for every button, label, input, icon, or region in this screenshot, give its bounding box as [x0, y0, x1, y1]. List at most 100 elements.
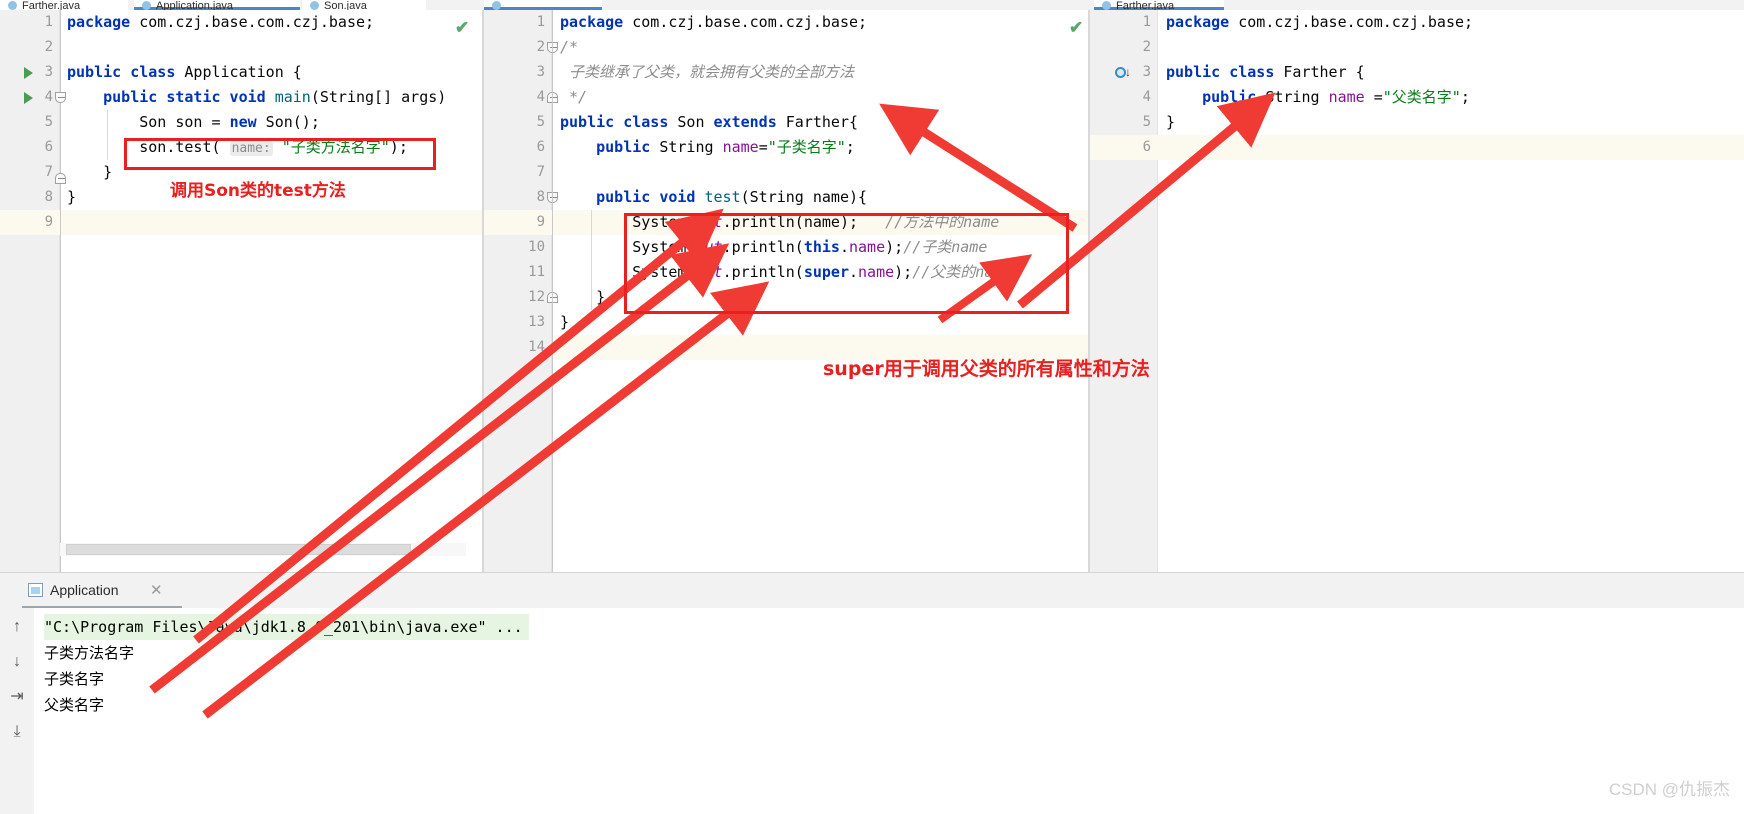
- parameter-hint: name:: [229, 141, 273, 156]
- line-number: 14: [528, 339, 545, 355]
- overridden-member-gutter-icon[interactable]: ↓: [1115, 66, 1131, 80]
- line-number: 9: [44, 214, 53, 230]
- inspection-ok-checkmark-icon[interactable]: ✔: [455, 19, 469, 36]
- line-number: 13: [528, 314, 545, 330]
- line-number: 6: [44, 139, 53, 155]
- code-area-application[interactable]: package com.czj.base.com.czj.base; publi…: [55, 10, 482, 572]
- code-line-5: public class Son extends Farther{: [560, 113, 859, 131]
- line-number: 6: [1142, 139, 1151, 155]
- line-number: 10: [528, 239, 545, 255]
- line-number: 8: [44, 189, 53, 205]
- code-line-4: */: [560, 88, 588, 106]
- editor-tab-son[interactable]: Son.java: [302, 0, 426, 10]
- console-line: 子类方法名字: [44, 644, 135, 662]
- run-config-icon: [28, 583, 43, 597]
- line-number: 2: [536, 39, 545, 55]
- code-line-8: public void test(String name){: [596, 188, 868, 206]
- editor-pane-son[interactable]: 1 2 3 4 5 6 7 8 9 10 11 12 13 14 package…: [484, 10, 1088, 572]
- console-line-command: "C:\Program Files\Java\jdk1.8.0_201\bin\…: [44, 614, 529, 640]
- editor-tabstrip: Farther.java Application.java Son.java F…: [0, 0, 1744, 10]
- editor-pane-application[interactable]: 1 2 3 4 5 6 7 8 9 package com.czj.base.c…: [0, 10, 482, 572]
- editor-pane-farther[interactable]: 1 2 3 4 5 6 ↓ package com.czj.base.com.c…: [1090, 10, 1744, 572]
- line-number: 12: [528, 289, 545, 305]
- scroll-down-button-icon[interactable]: ↓: [6, 651, 28, 673]
- code-line-2: /*: [560, 38, 579, 56]
- line-number: 4: [1142, 89, 1151, 105]
- code-line-9: System.out.println(name); //方法中的name: [560, 213, 1000, 231]
- java-file-icon: [8, 1, 17, 10]
- code-line-1: package com.czj.base.com.czj.base;: [67, 13, 375, 31]
- gutter-right[interactable]: 1 2 3 4 5 6 ↓: [1090, 10, 1158, 572]
- code-line-7: }: [67, 163, 113, 181]
- run-class-gutter-icon[interactable]: [24, 67, 33, 79]
- run-tab-label: Application: [50, 582, 119, 598]
- line-number: 1: [1142, 14, 1151, 30]
- scroll-up-button-icon[interactable]: ↑: [6, 616, 28, 638]
- scroll-to-end-button-icon[interactable]: ⤓: [6, 721, 28, 743]
- code-line-11: System.out.println(super.name);//父类的name: [560, 263, 1012, 281]
- line-number: 2: [1142, 39, 1151, 55]
- code-line-10: System.out.println(this.name);//子类name: [560, 238, 988, 256]
- horizontal-scrollbar-track[interactable]: [60, 543, 466, 556]
- code-line-4: public String name ="父类名字";: [1202, 88, 1470, 106]
- run-tab-application[interactable]: Application: [22, 576, 127, 605]
- code-line-1: package com.czj.base.com.czj.base;: [560, 13, 868, 31]
- console-toolbar: ↑ ↓ ⇥ ⤓: [0, 608, 34, 814]
- code-line-6: public String name="子类名字";: [596, 138, 855, 156]
- line-number: 8: [536, 189, 545, 205]
- csdn-watermark: CSDN @仇振杰: [1608, 780, 1730, 799]
- code-area-son[interactable]: package com.czj.base.com.czj.base; /* 子类…: [547, 10, 1088, 572]
- editor-tab-farther-1[interactable]: Farther.java: [0, 0, 128, 10]
- line-number: 7: [44, 164, 53, 180]
- gutter-mid[interactable]: 1 2 3 4 5 6 7 8 9 10 11 12 13 14: [484, 10, 552, 572]
- code-line-4: public static void main(String[] args): [103, 88, 447, 106]
- line-number: 1: [44, 14, 53, 30]
- line-number: 7: [536, 164, 545, 180]
- console-output[interactable]: "C:\Program Files\Java\jdk1.8.0_201\bin\…: [34, 608, 1744, 814]
- java-file-icon: [1102, 1, 1111, 10]
- code-line-5: }: [1166, 113, 1176, 131]
- line-number: 4: [536, 89, 545, 105]
- code-line-3: 子类继承了父类，就会拥有父类的全部方法: [560, 63, 855, 81]
- code-line-1: package com.czj.base.com.czj.base;: [1166, 13, 1474, 31]
- inspection-ok-checkmark-icon[interactable]: ✔: [1069, 19, 1083, 36]
- horizontal-scrollbar-thumb[interactable]: [66, 544, 411, 555]
- gutter-left[interactable]: 1 2 3 4 5 6 7 8 9: [0, 10, 60, 572]
- code-line-13: }: [560, 313, 570, 331]
- line-number: 5: [536, 114, 545, 130]
- close-icon[interactable]: ✕: [150, 576, 163, 605]
- editor-tab-label: Farther.java: [1116, 0, 1175, 10]
- editor-tab-label: Farther.java: [22, 0, 81, 10]
- editor-tab-son-2[interactable]: [484, 0, 602, 10]
- line-number: 9: [536, 214, 545, 230]
- java-file-icon: [310, 1, 319, 10]
- editor-tab-label: Son.java: [324, 0, 367, 10]
- line-number: 5: [44, 114, 53, 130]
- soft-wrap-button-icon[interactable]: ⇥: [6, 686, 28, 708]
- run-method-gutter-icon[interactable]: [24, 92, 33, 104]
- editor-tab-farther-2[interactable]: Farther.java: [1094, 0, 1224, 10]
- code-line-3: public class Application {: [67, 63, 302, 81]
- code-line-5: Son son = new Son();: [67, 113, 320, 131]
- code-line-8: }: [67, 188, 77, 206]
- code-area-farther[interactable]: package com.czj.base.com.czj.base; publi…: [1158, 10, 1744, 572]
- ide-window: Farther.java Application.java Son.java F…: [0, 0, 1744, 814]
- console-line: 父类名字: [44, 696, 105, 714]
- line-number: 11: [528, 264, 545, 280]
- line-number: 5: [1142, 114, 1151, 130]
- code-line-12: }: [560, 288, 606, 306]
- java-file-icon: [492, 1, 501, 10]
- line-number: 2: [44, 39, 53, 55]
- editor-tab-application[interactable]: Application.java: [134, 0, 300, 10]
- java-file-icon: [142, 1, 151, 10]
- run-tabbar: Application ✕: [0, 573, 1744, 609]
- line-number: 3: [536, 64, 545, 80]
- line-number: 1: [536, 14, 545, 30]
- console-line: 子类名字: [44, 670, 105, 688]
